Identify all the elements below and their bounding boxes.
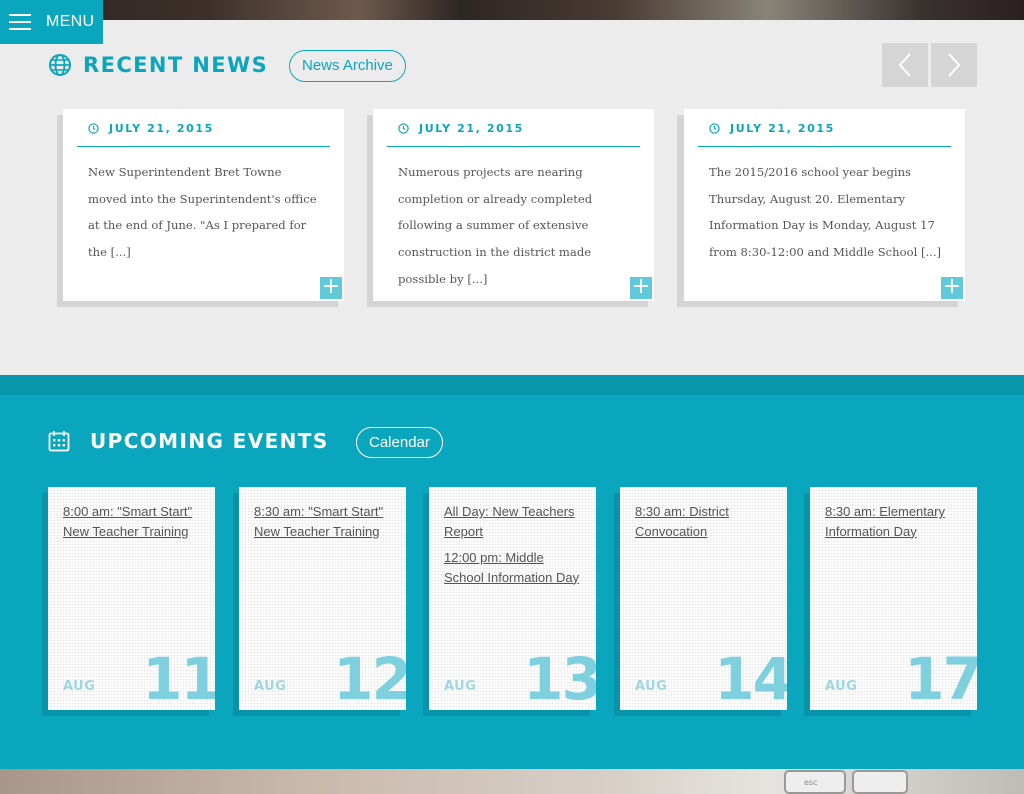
recent-news-title: RECENT NEWS [83, 53, 269, 77]
news-date-text: JULY 21, 2015 [109, 122, 214, 135]
event-list: All Day: New Teachers Report 12:00 pm: M… [444, 502, 586, 594]
news-date: JULY 21, 2015 [398, 122, 524, 135]
event-list: 8:30 am: Elementary Information Day [825, 502, 967, 548]
news-excerpt: Numerous projects are nearing completion… [398, 165, 593, 286]
event-list: 8:30 am: "Smart Start" New Teacher Train… [254, 502, 396, 548]
event-card: 8:30 am: "Smart Start" New Teacher Train… [239, 487, 406, 710]
event-month: AUG [444, 679, 477, 694]
event-list: 8:00 am: "Smart Start" New Teacher Train… [63, 502, 205, 548]
upcoming-events-section: UPCOMING EVENTS Calendar 8:00 am: "Smart… [0, 375, 1024, 769]
recent-news-header: RECENT NEWS [48, 50, 268, 80]
globe-icon [49, 54, 71, 76]
section-band [0, 375, 1024, 395]
hamburger-icon [9, 14, 31, 30]
keyboard-key [852, 770, 908, 794]
event-month: AUG [63, 679, 96, 694]
upcoming-events-header: UPCOMING EVENTS [48, 426, 329, 456]
event-list: 8:30 am: District Convocation [635, 502, 777, 548]
carousel-prev-button[interactable] [882, 43, 928, 87]
event-link[interactable]: 12:00 pm: Middle School Information Day [444, 548, 586, 587]
menu-button[interactable]: MENU [0, 0, 103, 44]
event-card: All Day: New Teachers Report 12:00 pm: M… [429, 487, 596, 710]
event-card: 8:30 am: Elementary Information Day AUG … [810, 487, 977, 710]
event-link[interactable]: All Day: New Teachers Report [444, 502, 586, 541]
chevron-right-icon [948, 53, 961, 77]
news-date-text: JULY 21, 2015 [730, 122, 835, 135]
clock-icon [88, 123, 99, 134]
event-month: AUG [635, 679, 668, 694]
read-more-button[interactable]: + [630, 276, 652, 299]
event-link[interactable]: 8:30 am: Elementary Information Day [825, 502, 967, 541]
divider [698, 146, 951, 147]
divider [387, 146, 640, 147]
clock-icon [398, 123, 409, 134]
recent-news-section: RECENT NEWS News Archive JULY 21, 2015 N… [0, 20, 1024, 376]
keyboard-esc-key: esc [784, 770, 846, 794]
event-link[interactable]: 8:30 am: District Convocation [635, 502, 777, 541]
carousel-next-button[interactable] [931, 43, 977, 87]
read-more-button[interactable]: + [320, 276, 342, 299]
news-archive-button[interactable]: News Archive [289, 50, 406, 82]
news-date: JULY 21, 2015 [88, 122, 214, 135]
event-link[interactable]: 8:30 am: "Smart Start" New Teacher Train… [254, 502, 396, 541]
calendar-button[interactable]: Calendar [356, 427, 443, 458]
event-link[interactable]: 8:00 am: "Smart Start" New Teacher Train… [63, 502, 205, 541]
event-card: 8:30 am: District Convocation AUG 14 [620, 487, 787, 710]
news-card: JULY 21, 2015 New Superintendent Bret To… [63, 109, 344, 301]
event-day: 17 [904, 645, 977, 710]
event-day: 11 [142, 645, 215, 710]
event-month: AUG [825, 679, 858, 694]
menu-label: MENU [46, 13, 95, 30]
event-card: 8:00 am: "Smart Start" New Teacher Train… [48, 487, 215, 710]
event-day: 14 [714, 645, 787, 710]
news-card: JULY 21, 2015 Numerous projects are near… [373, 109, 654, 301]
event-day: 12 [333, 645, 406, 710]
news-card: JULY 21, 2015 The 2015/2016 school year … [684, 109, 965, 301]
news-date-text: JULY 21, 2015 [419, 122, 524, 135]
divider [77, 146, 330, 147]
header-photo-strip [0, 0, 1024, 20]
read-more-button[interactable]: + [941, 276, 963, 299]
clock-icon [709, 123, 720, 134]
event-day: 13 [523, 645, 596, 710]
upcoming-events-title: UPCOMING EVENTS [90, 429, 329, 453]
chevron-left-icon [898, 53, 911, 77]
news-excerpt: The 2015/2016 school year begins Thursda… [709, 165, 942, 260]
calendar-icon [48, 431, 70, 452]
event-month: AUG [254, 679, 287, 694]
news-date: JULY 21, 2015 [709, 122, 835, 135]
news-excerpt: New Superintendent Bret Towne moved into… [88, 165, 317, 260]
